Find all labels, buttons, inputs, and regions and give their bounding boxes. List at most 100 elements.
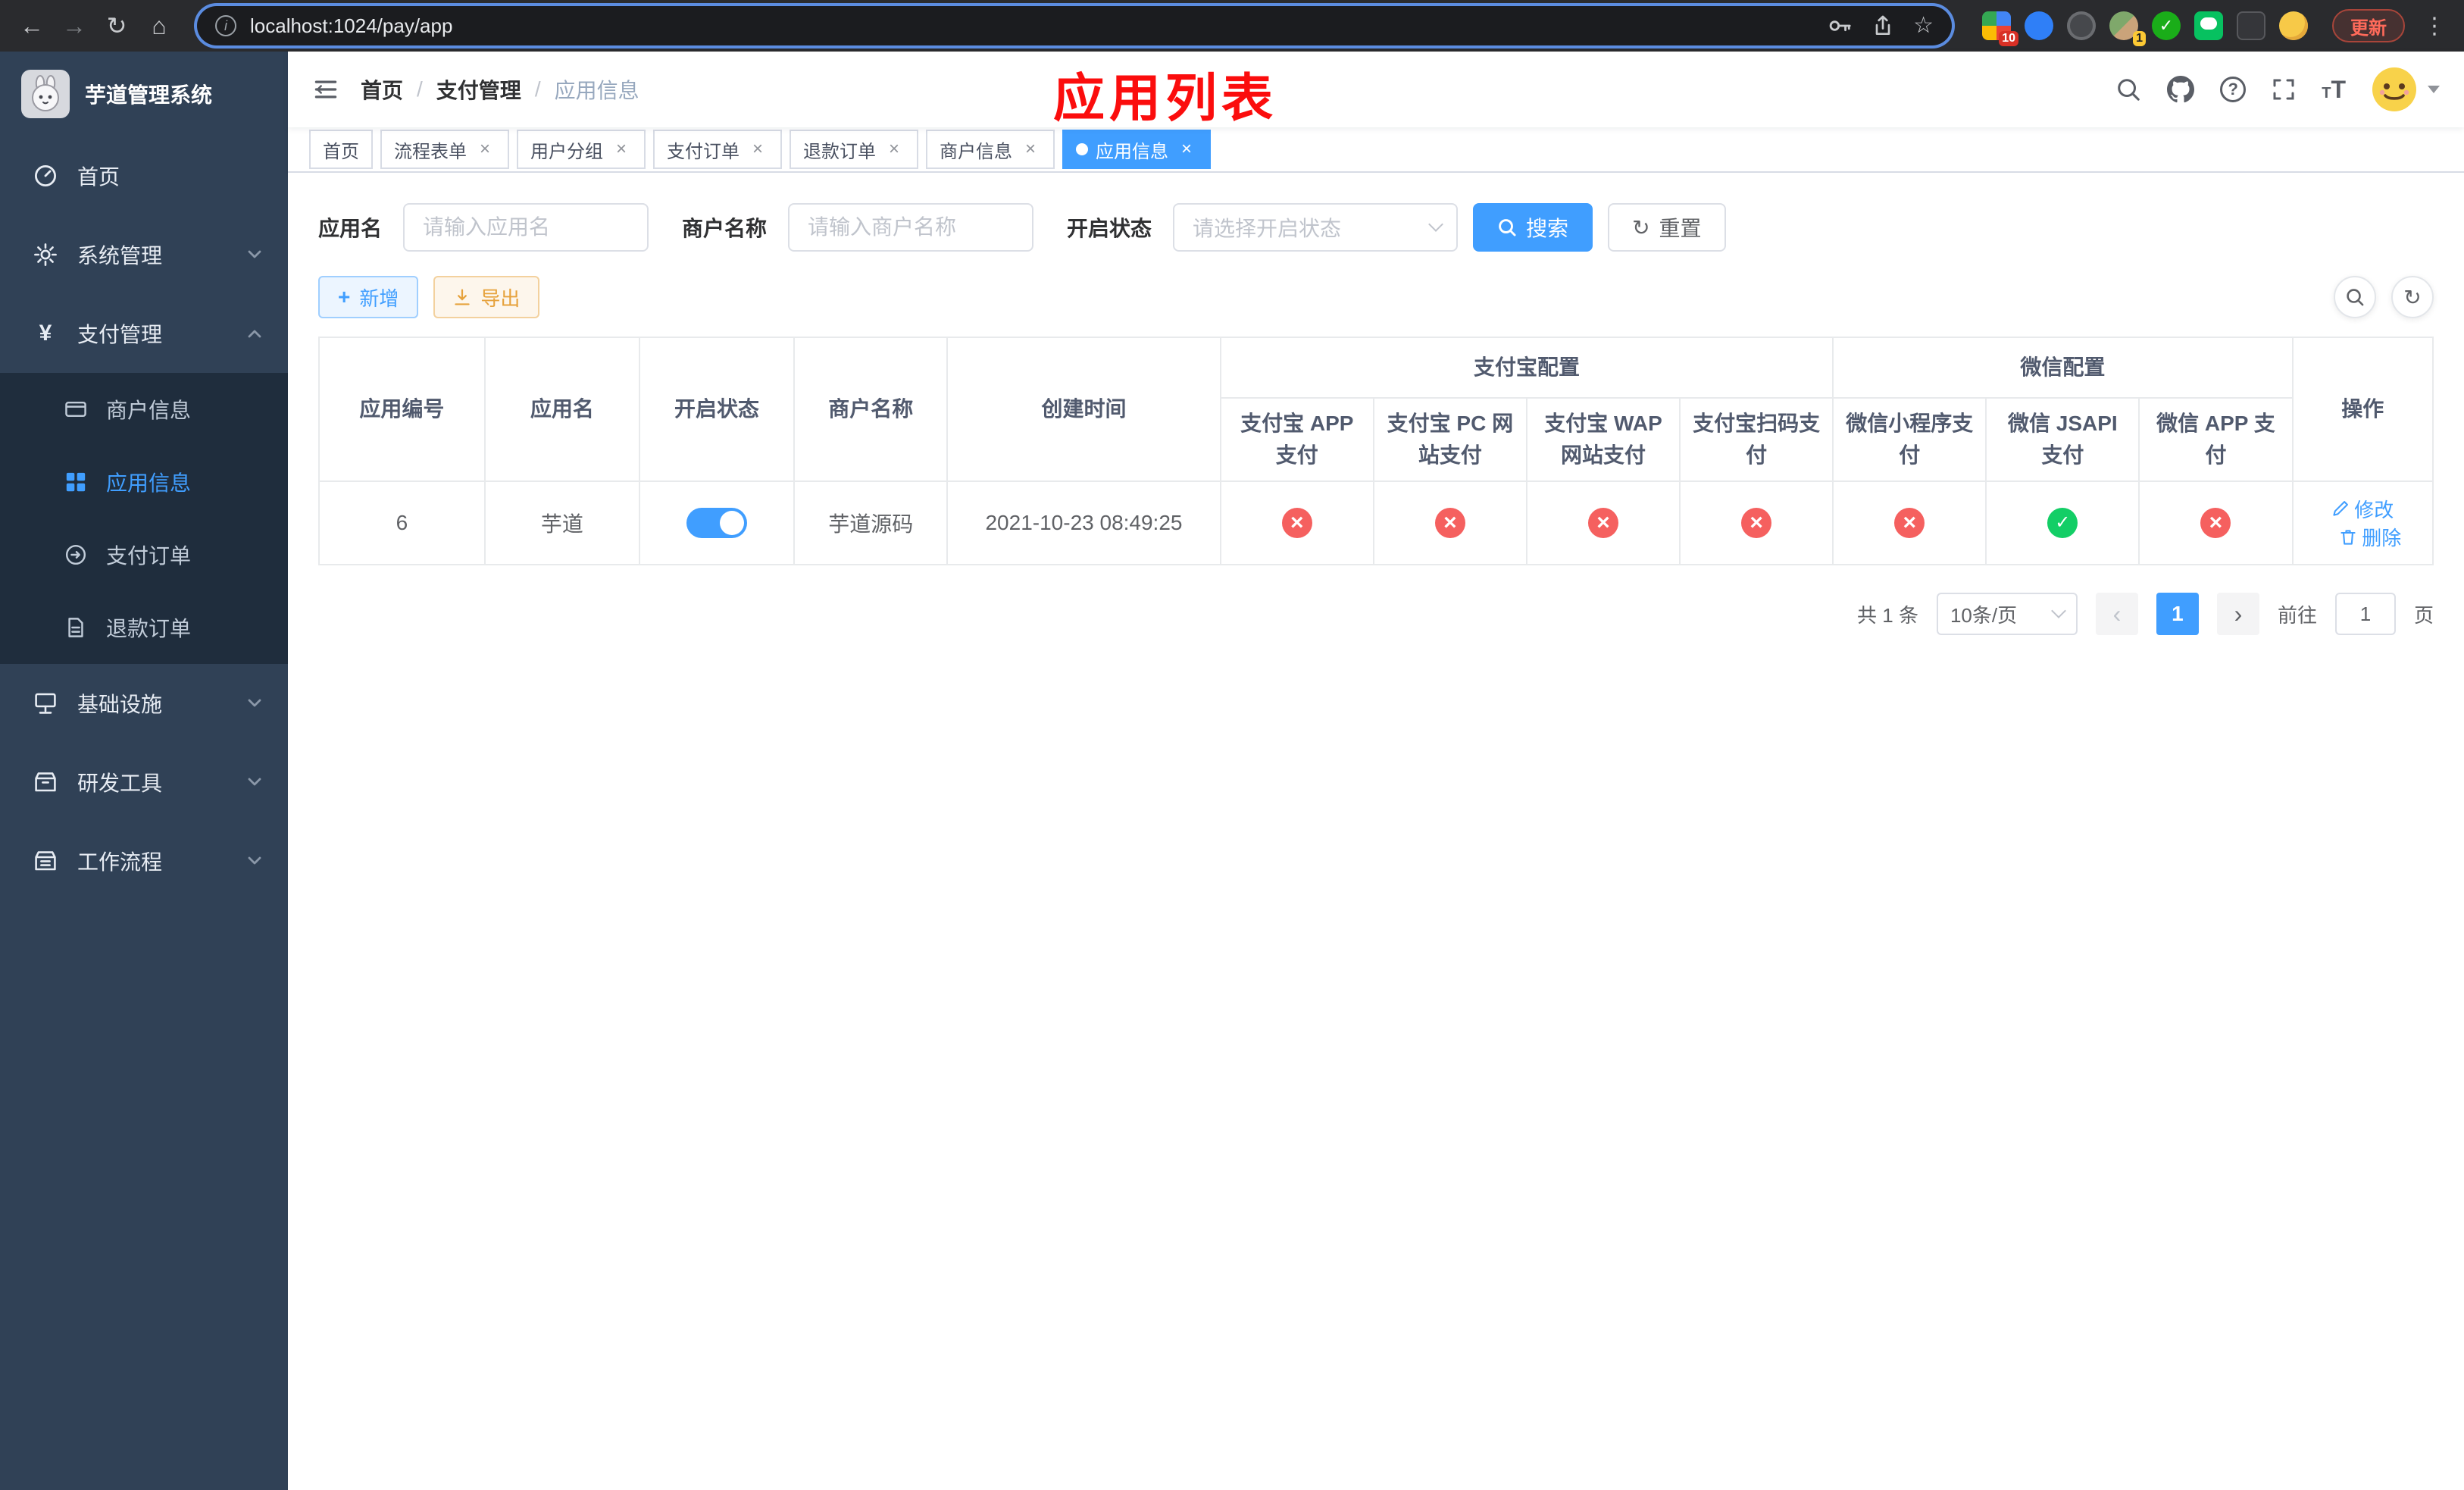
alipay-pc-status-icon	[1434, 508, 1465, 538]
cell-actions: 修改 删除	[2291, 480, 2434, 565]
goto-page-input[interactable]	[2334, 593, 2396, 635]
tab-label: 首页	[323, 141, 359, 162]
main-area: 首页 / 支付管理 / 应用信息 应用列表 ? TT 首页 流程表单 × 用户分…	[288, 52, 2464, 1490]
help-icon[interactable]: ?	[2220, 77, 2247, 102]
tab-home[interactable]: 首页	[309, 130, 373, 169]
chevron-down-icon	[2428, 86, 2440, 93]
browser-menu-icon[interactable]: ⋮	[2417, 13, 2452, 39]
extension-grid-icon[interactable]: 10	[1982, 11, 2018, 46]
cell-alipay-wap	[1525, 480, 1681, 565]
extension-flask-icon[interactable]	[2237, 11, 2265, 40]
filter-bar: 应用名 商户名称 开启状态 请选择开启状态 搜索 ↻ 重置	[318, 203, 2434, 252]
apps-table: 应用编号 应用名 开启状态 商户名称 创建时间 支付宝配置 微信配置 操作 支付…	[317, 337, 2434, 565]
alipay-wap-status-icon	[1587, 508, 1618, 538]
share-icon[interactable]	[1871, 14, 1895, 38]
refresh-table-button[interactable]: ↻	[2391, 276, 2434, 318]
github-icon[interactable]	[2167, 76, 2195, 103]
tab-close-icon[interactable]	[611, 139, 632, 160]
annotation-app-list: 应用列表	[1053, 70, 1278, 127]
sidebar-item-merchant-info[interactable]: 商户信息	[0, 373, 288, 446]
font-size-icon[interactable]: TT	[2322, 76, 2346, 104]
next-page-button[interactable]	[2216, 593, 2259, 635]
search-button[interactable]: 搜索	[1473, 203, 1593, 252]
col-header-wechat-app: 微信 APP 支付	[2138, 397, 2294, 482]
prev-page-button[interactable]	[2095, 593, 2138, 635]
extension-avatar-badge: 1	[2133, 31, 2146, 46]
user-menu[interactable]	[2372, 67, 2440, 112]
tab-close-icon[interactable]	[1020, 139, 1041, 160]
tab-pay-orders[interactable]: 支付订单	[653, 130, 782, 169]
site-info-icon[interactable]: i	[215, 15, 236, 36]
sidebar-item-app-info[interactable]: 应用信息	[0, 446, 288, 518]
tab-close-icon[interactable]	[747, 139, 768, 160]
tab-close-icon[interactable]	[1176, 139, 1197, 160]
search-icon[interactable]	[2115, 77, 2141, 102]
sidebar-item-label: 商户信息	[106, 399, 192, 422]
tab-label: 用户分组	[530, 141, 603, 162]
table-row: 6 芋道 芋道源码 2021-10-23 08:49:25 × × × × × …	[317, 480, 2434, 565]
tab-close-icon[interactable]	[883, 139, 905, 160]
status-select[interactable]: 请选择开启状态	[1173, 203, 1459, 252]
sidebar-item-label: 退款订单	[106, 617, 192, 640]
browser-forward-button[interactable]: →	[55, 6, 94, 45]
tab-refund-orders[interactable]: 退款订单	[790, 130, 918, 169]
tab-app-info[interactable]: 应用信息	[1062, 130, 1211, 169]
add-button[interactable]: + 新增	[318, 276, 419, 318]
breadcrumb-home[interactable]: 首页	[361, 74, 403, 105]
browser-reload-button[interactable]: ↻	[97, 6, 136, 45]
sidebar-item-refund-orders[interactable]: 退款订单	[0, 591, 288, 664]
extension-avatar-icon[interactable]: 1	[2109, 11, 2146, 46]
browser-back-button[interactable]: ←	[12, 6, 52, 45]
sidebar-item-workflow[interactable]: 工作流程	[0, 822, 288, 900]
tab-user-group[interactable]: 用户分组	[517, 130, 646, 169]
export-button[interactable]: 导出	[433, 276, 540, 318]
app-name-input[interactable]	[403, 203, 649, 252]
cell-alipay-pc	[1372, 480, 1527, 565]
extension-emoji-icon[interactable]	[2279, 11, 2308, 40]
tab-process-form[interactable]: 流程表单	[380, 130, 509, 169]
edit-link[interactable]: 修改	[2331, 495, 2394, 523]
extensions-area: 10 1 ✓	[1982, 11, 2308, 46]
status-toggle[interactable]	[686, 508, 748, 538]
sidebar-item-label: 支付订单	[106, 544, 192, 568]
app-logo[interactable]: 芋道管理系统	[0, 52, 288, 136]
extension-dark-icon[interactable]	[2067, 11, 2096, 40]
chevron-down-icon	[248, 856, 261, 865]
extension-wechat-devtools-icon[interactable]	[2194, 11, 2223, 40]
app-title: 芋道管理系统	[85, 83, 213, 107]
password-key-icon[interactable]	[1827, 13, 1853, 39]
tab-close-icon[interactable]	[474, 139, 496, 160]
cell-merchant: 芋道源码	[793, 480, 949, 565]
page-size-select[interactable]: 10条/页	[1936, 593, 2078, 635]
tab-merchant-info[interactable]: 商户信息	[926, 130, 1055, 169]
browser-home-button[interactable]: ⌂	[139, 6, 179, 45]
bookmark-star-icon[interactable]: ☆	[1913, 14, 1934, 37]
breadcrumb-payment[interactable]: 支付管理	[436, 74, 521, 105]
page-content: 应用名 商户名称 开启状态 请选择开启状态 搜索 ↻ 重置 + 新增 导出 ↻	[288, 173, 2464, 1490]
fullscreen-icon[interactable]	[2272, 77, 2296, 102]
address-bar[interactable]: i localhost:1024/pay/app ☆	[197, 6, 1952, 45]
browser-update-button[interactable]: 更新	[2332, 9, 2405, 42]
tab-label: 退款订单	[803, 141, 876, 162]
sidebar-toggle-icon[interactable]	[312, 76, 339, 103]
sidebar-item-pay-orders[interactable]: 支付订单	[0, 518, 288, 591]
extension-drop-icon[interactable]	[2025, 11, 2053, 40]
sidebar-item-dev-tools[interactable]: 研发工具	[0, 743, 288, 822]
chevron-down-icon	[248, 699, 261, 707]
merchant-name-input[interactable]	[788, 203, 1034, 252]
plus-icon: +	[338, 285, 351, 308]
extension-check-icon[interactable]: ✓	[2152, 11, 2181, 40]
tab-label: 支付订单	[667, 141, 740, 162]
col-header-wechat-mini: 微信小程序支付	[1832, 397, 1987, 482]
reset-button[interactable]: ↻ 重置	[1608, 203, 1726, 252]
sidebar-item-payment[interactable]: ¥ 支付管理	[0, 294, 288, 373]
col-header-wechat-jsapi: 微信 JSAPI 支付	[1985, 397, 2140, 482]
tab-label: 流程表单	[394, 141, 467, 162]
toggle-search-button[interactable]	[2334, 276, 2376, 318]
current-page-button[interactable]: 1	[2156, 593, 2199, 635]
sidebar-item-infrastructure[interactable]: 基础设施	[0, 664, 288, 743]
sidebar-item-system[interactable]: 系统管理	[0, 215, 288, 294]
sidebar-item-home[interactable]: 首页	[0, 136, 288, 215]
delete-link[interactable]: 删除	[2339, 523, 2401, 551]
total-count: 共 1 条	[1857, 603, 1918, 627]
